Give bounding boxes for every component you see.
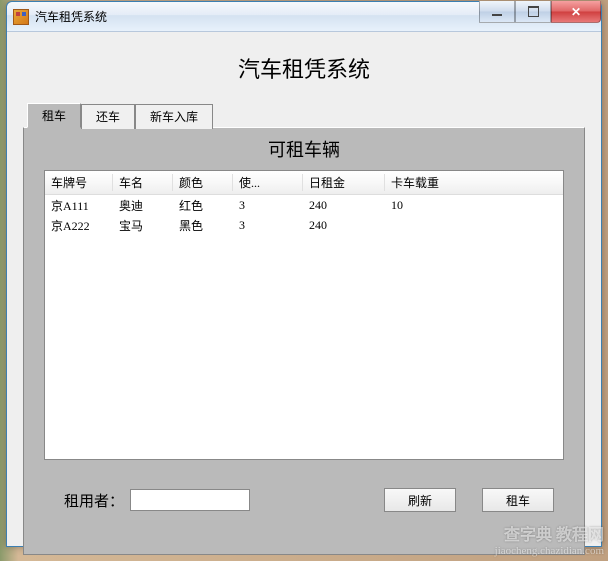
app-icon (13, 9, 29, 25)
listview-header: 车牌号 车名 颜色 使... 日租金 卡车载重 (45, 171, 563, 195)
col-color[interactable]: 颜色 (173, 174, 233, 191)
col-usage[interactable]: 使... (233, 174, 303, 191)
client-area: 汽车租凭系统 租车 还车 新车入库 可租车辆 车牌号 车名 颜色 使... 日租… (7, 32, 601, 546)
app-window: 汽车租凭系统 汽车租凭系统 租车 还车 新车入库 可租车辆 车牌号 车名 颜色 … (6, 1, 602, 547)
tab-strip: 租车 还车 新车入库 (27, 102, 593, 127)
maximize-button[interactable] (515, 1, 551, 23)
minimize-button[interactable] (479, 1, 515, 23)
titlebar[interactable]: 汽车租凭系统 (7, 2, 601, 32)
col-load[interactable]: 卡车载重 (385, 174, 563, 191)
window-title: 汽车租凭系统 (35, 8, 107, 25)
tab-newcar[interactable]: 新车入库 (135, 104, 213, 129)
cell-daily: 240 (303, 198, 385, 213)
watermark: 查字典 教程网 jiaocheng.chazidian.com (495, 526, 604, 558)
cell-plate: 京A222 (45, 217, 113, 234)
col-daily[interactable]: 日租金 (303, 174, 385, 191)
cell-color: 红色 (173, 197, 233, 214)
vehicle-listview[interactable]: 车牌号 车名 颜色 使... 日租金 卡车载重 京A111 奥迪 红色 3 24… (44, 170, 564, 460)
tab-rent[interactable]: 租车 (27, 103, 81, 128)
table-row[interactable]: 京A111 奥迪 红色 3 240 10 (45, 195, 563, 215)
refresh-button[interactable]: 刷新 (384, 488, 456, 512)
rent-button[interactable]: 租车 (482, 488, 554, 512)
col-name[interactable]: 车名 (113, 174, 173, 191)
watermark-main: 查字典 教程网 (495, 526, 604, 545)
tab-return[interactable]: 还车 (81, 104, 135, 129)
window-buttons (479, 1, 601, 23)
table-row[interactable]: 京A222 宝马 黑色 3 240 (45, 215, 563, 235)
col-plate[interactable]: 车牌号 (45, 174, 113, 191)
close-button[interactable] (551, 1, 601, 23)
cell-daily: 240 (303, 218, 385, 233)
cell-usage: 3 (233, 198, 303, 213)
cell-color: 黑色 (173, 217, 233, 234)
cell-name: 奥迪 (113, 197, 173, 214)
bottom-row: 租用者： 刷新 租车 (44, 488, 564, 512)
cell-name: 宝马 (113, 217, 173, 234)
renter-input[interactable] (130, 489, 250, 511)
watermark-sub: jiaocheng.chazidian.com (495, 545, 604, 558)
panel-title: 可租车辆 (44, 136, 564, 162)
cell-load: 10 (385, 198, 563, 213)
tab-panel-rent: 可租车辆 车牌号 车名 颜色 使... 日租金 卡车载重 京A111 奥迪 红色… (23, 127, 585, 555)
renter-label: 租用者： (64, 490, 124, 511)
cell-plate: 京A111 (45, 197, 113, 214)
cell-usage: 3 (233, 218, 303, 233)
page-title: 汽车租凭系统 (15, 52, 593, 84)
